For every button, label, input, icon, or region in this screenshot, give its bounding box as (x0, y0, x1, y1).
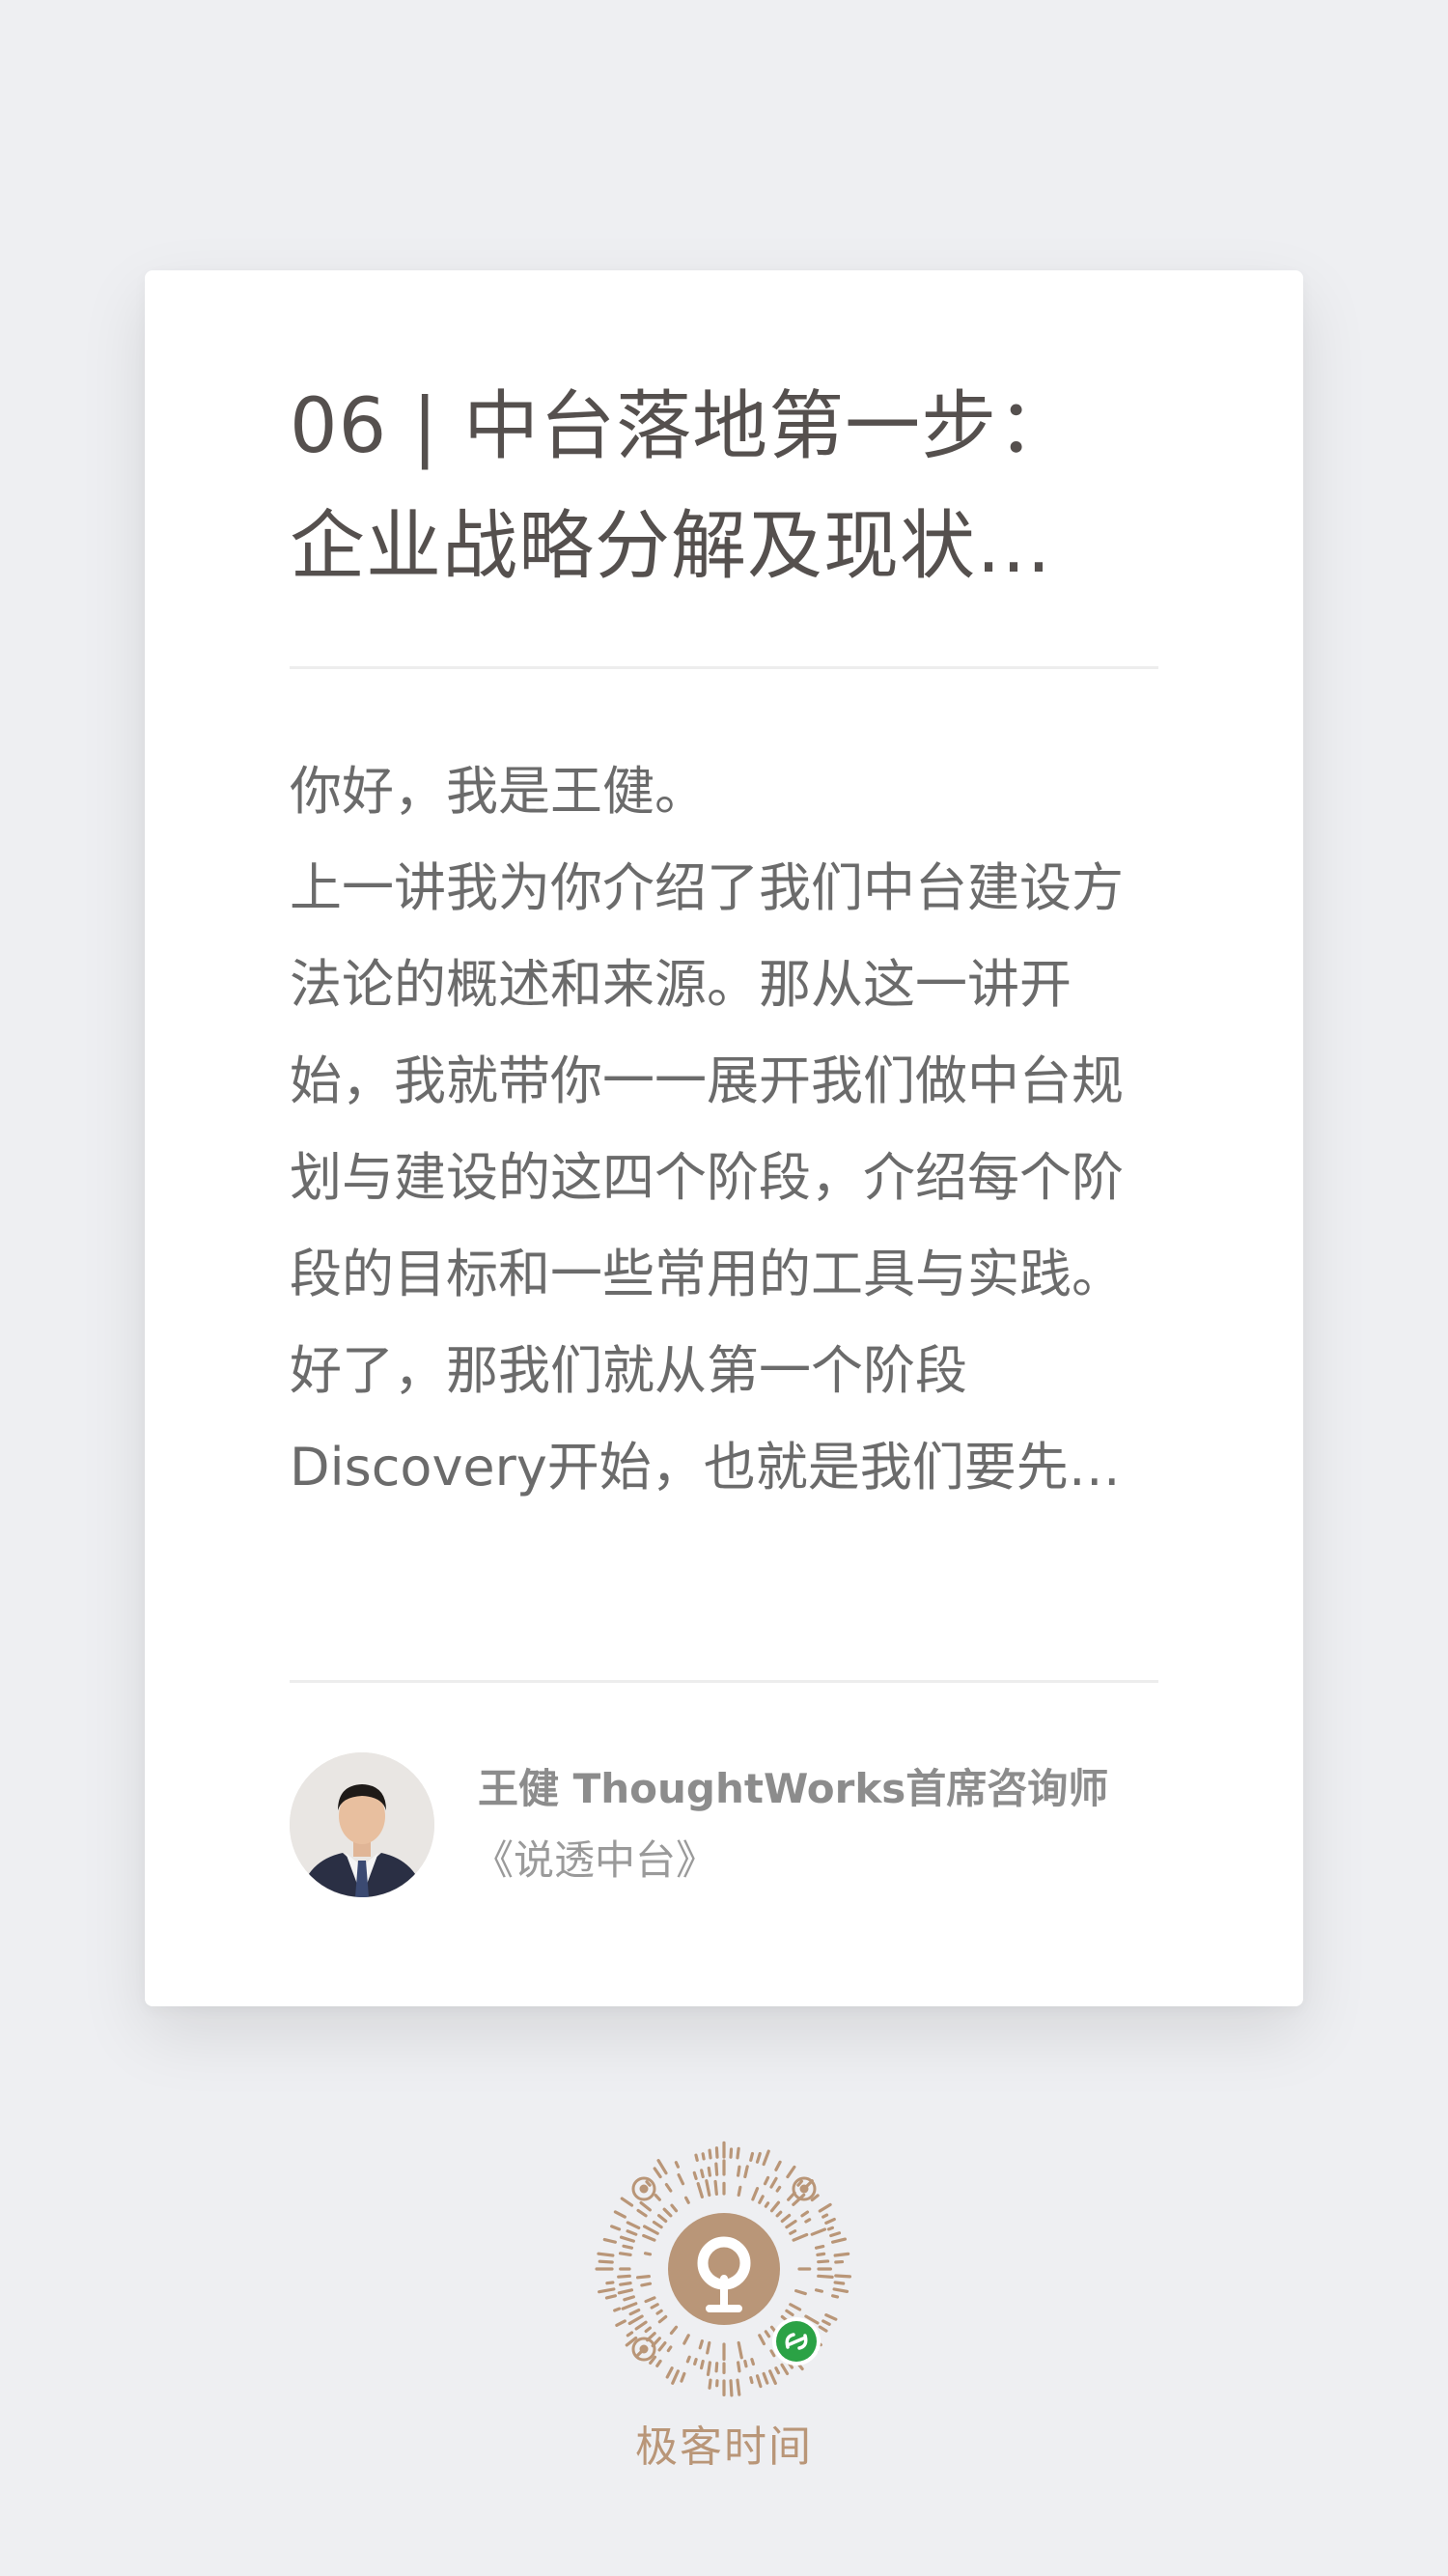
excerpt-line: 段的目标和一些常用的工具与实践。 (290, 1244, 1124, 1304)
title-divider (290, 666, 1158, 669)
excerpt-line: 上一讲我为你介绍了我们中台建设方 (290, 857, 1124, 918)
excerpt-line: 好了，那我们就从第一个阶段 (290, 1340, 967, 1401)
course-name: 《说透中台》 (473, 1836, 717, 1884)
author-avatar (290, 1752, 434, 1897)
excerpt-line: 始，我就带你一一展开我们做中台规 (290, 1050, 1124, 1111)
excerpt-line: 划与建设的这四个阶段，介绍每个阶 (290, 1147, 1124, 1208)
brand-name: 极客时间 (635, 2422, 813, 2472)
excerpt-line: 法论的概述和来源。那从这一讲开 (290, 954, 1072, 1015)
author-name-title: 王健 ThoughtWorks首席咨询师 (478, 1765, 1109, 1812)
excerpt-line: 你好，我是王健。 (290, 761, 707, 822)
share-card: 06 | 中台落地第一步： 企业战略分解及现状… 你好，我是王健。 上一讲我为你… (145, 270, 1303, 2006)
mini-program-code-icon[interactable] (594, 2139, 854, 2399)
article-title-line: 06 | 中台落地第一步： (290, 383, 1074, 470)
article-excerpt: 你好，我是王健。 上一讲我为你介绍了我们中台建设方 法论的概述和来源。那从这一讲… (290, 743, 1178, 1516)
excerpt-line: Discovery开始，也就是我们要先… (290, 1437, 1121, 1498)
footer-divider (290, 1680, 1158, 1683)
article-title-line: 企业战略分解及现状… (290, 503, 1053, 590)
author-info: 王健 ThoughtWorks首席咨询师 《说透中台》 (290, 1752, 1178, 1907)
article-title: 06 | 中台落地第一步： 企业战略分解及现状… (290, 367, 1158, 606)
